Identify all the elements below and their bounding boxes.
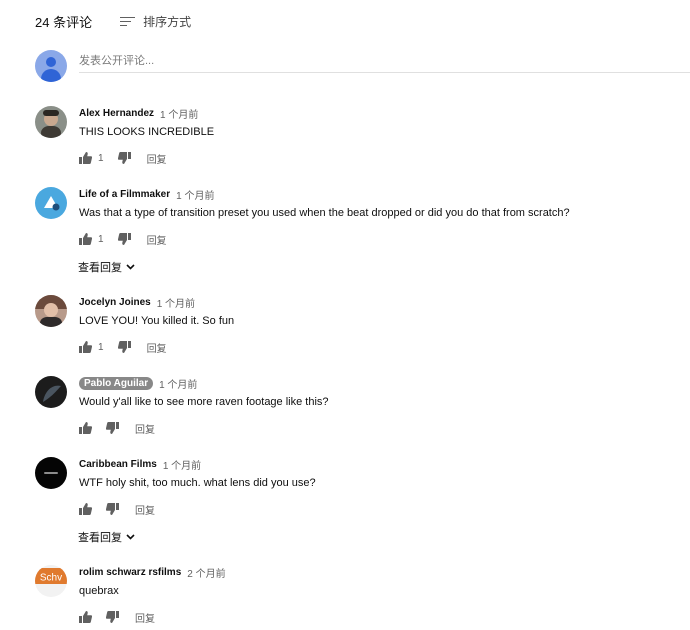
thumbs-up-icon[interactable] [79, 341, 92, 353]
add-comment-row [35, 50, 690, 82]
comment-text: LOVE YOU! You killed it. So fun [79, 315, 235, 327]
thumbs-up-icon[interactable] [79, 503, 92, 515]
comment-author[interactable]: rolim schwarz rsfilms [79, 567, 181, 578]
view-replies-label: 查看回复 [78, 532, 122, 544]
thumbs-down-icon[interactable] [117, 341, 131, 353]
view-replies-button[interactable]: 查看回复 [78, 529, 135, 545]
avatar[interactable] [35, 457, 67, 489]
avatar[interactable]: Schv [35, 565, 67, 597]
thumbs-down-icon[interactable] [106, 503, 119, 515]
chevron-down-icon [122, 534, 135, 540]
view-replies-label: 查看回复 [78, 262, 122, 274]
comment-count: 24 条评论 [35, 15, 93, 30]
avatar[interactable] [35, 106, 67, 138]
thumbs-up-icon[interactable] [79, 611, 92, 623]
reply-button[interactable]: 回复 [147, 151, 167, 166]
comment-text: THIS LOOKS INCREDIBLE [79, 126, 215, 138]
sort-icon [120, 16, 136, 28]
comment-time[interactable]: 1 个月前 [163, 457, 201, 472]
comment-author[interactable]: Life of a Filmmaker [79, 189, 170, 200]
like-count: 1 [98, 341, 104, 353]
comment-text: Was that a type of transition preset you… [79, 207, 570, 219]
sort-button[interactable]: 排序方式 [120, 13, 191, 30]
comment-author[interactable]: Caribbean Films [79, 459, 157, 470]
reply-button[interactable]: 回复 [135, 502, 155, 517]
comment-author[interactable]: Alex Hernandez [79, 108, 154, 119]
reply-button[interactable]: 回复 [135, 610, 155, 625]
thumbs-down-icon[interactable] [106, 422, 119, 434]
reply-button[interactable]: 回复 [147, 340, 167, 355]
current-user-avatar [35, 50, 67, 82]
reply-button[interactable]: 回复 [135, 421, 155, 436]
comment-text: Would y'all like to see more raven foota… [79, 396, 329, 408]
thumbs-up-icon[interactable] [79, 152, 92, 164]
avatar[interactable] [35, 295, 67, 327]
avatar-text: Schv [40, 573, 62, 584]
comment-time[interactable]: 1 个月前 [157, 295, 195, 310]
comment-time[interactable]: 1 个月前 [159, 376, 197, 391]
thumbs-down-icon[interactable] [117, 233, 131, 245]
chevron-down-icon [122, 264, 135, 270]
thumbs-down-icon[interactable] [106, 611, 119, 623]
comment-time[interactable]: 2 个月前 [187, 565, 225, 580]
thumbs-down-icon[interactable] [117, 152, 131, 164]
avatar[interactable] [35, 187, 67, 219]
comment-author[interactable]: Pablo Aguilar [79, 376, 154, 390]
comment-time[interactable]: 1 个月前 [160, 106, 198, 121]
comment-time[interactable]: 1 个月前 [176, 187, 214, 202]
comment-text: quebrax [79, 585, 119, 597]
like-count: 1 [98, 152, 104, 164]
add-comment-input[interactable] [79, 50, 690, 73]
thumbs-up-icon[interactable] [79, 233, 92, 245]
view-replies-button[interactable]: 查看回复 [78, 259, 135, 275]
thumbs-up-icon[interactable] [79, 422, 92, 434]
like-count: 1 [98, 233, 104, 245]
comments-header: 24 条评论 排序方式 [35, 12, 191, 31]
sort-label: 排序方式 [143, 15, 192, 29]
comment-author[interactable]: Jocelyn Joines [79, 297, 151, 308]
avatar[interactable] [35, 376, 67, 408]
reply-button[interactable]: 回复 [147, 232, 167, 247]
comment-text: WTF holy shit, too much. what lens did y… [79, 477, 316, 489]
